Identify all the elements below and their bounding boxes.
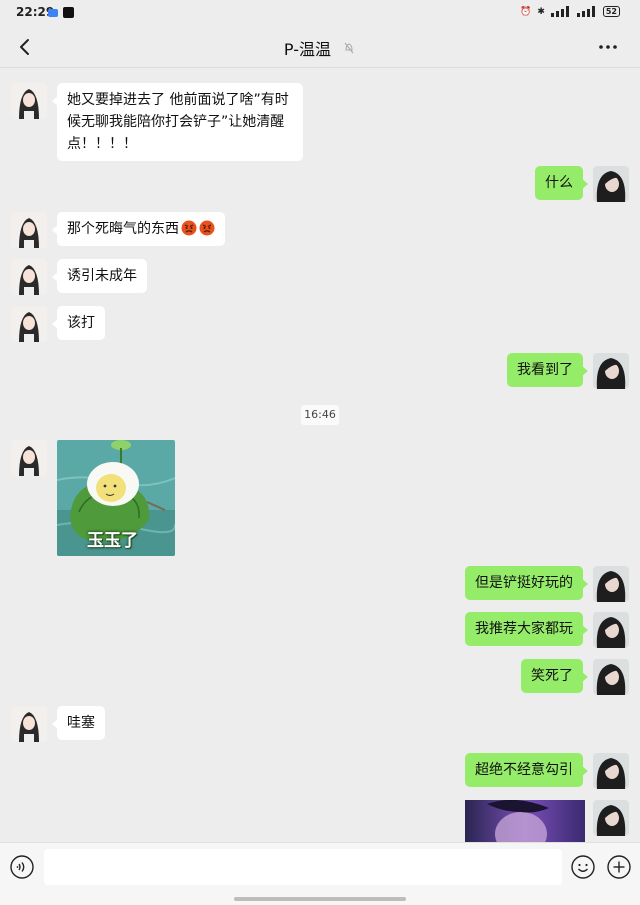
bluetooth-icon: ✱ [537,6,545,17]
photo-thumbnail [465,800,585,842]
message-bubble-incoming[interactable]: 诱引未成年 [52,259,147,293]
my-avatar[interactable] [593,612,629,648]
message-bubble-incoming[interactable]: 她又要掉进去了 他前面说了啥”有时候无聊我能陪你打会铲子”让她清醒点！！！！ [52,83,303,161]
home-indicator[interactable] [234,897,406,901]
message-bubble-outgoing[interactable]: 超绝不经意勾引 [465,753,588,787]
message-bubble-outgoing[interactable]: 我看到了 [507,353,588,387]
sticker-caption: 玉玉了 [87,531,138,551]
message-bubble-incoming[interactable]: 那个死晦气的东西 [52,212,225,246]
message-input[interactable] [44,849,562,885]
voice-input-icon[interactable] [10,855,34,879]
mute-bell-icon [344,42,354,54]
angry-face-emoji-icon [199,220,215,236]
contact-avatar[interactable] [11,212,47,248]
status-bar: 22:29 ⏰ ✱ 52 [0,0,640,26]
my-avatar[interactable] [593,353,629,389]
chat-timestamp: 16:46 [301,405,339,425]
message-bubble-incoming[interactable]: 哇塞 [52,706,105,740]
message-bubble-outgoing[interactable]: 什么 [535,166,588,200]
message-bubble-outgoing[interactable]: 笑死了 [521,659,588,693]
contact-avatar[interactable] [11,706,47,742]
battery-indicator: 52 [602,6,620,17]
input-bar [0,842,640,905]
my-avatar[interactable] [593,800,629,836]
alarm-icon: ⏰ [520,6,532,17]
signal-icon [550,6,571,17]
message-bubble-outgoing[interactable]: 但是铲挺好玩的 [465,566,588,600]
message-app-icon [48,9,58,17]
my-avatar[interactable] [593,566,629,602]
chat-header: P-温温 [0,26,640,68]
emoji-icon[interactable] [571,855,595,879]
message-bubble-outgoing[interactable]: 我推荐大家都玩 [465,612,588,646]
signal-icon [576,6,597,17]
angry-face-emoji-icon [181,220,197,236]
sticker-image[interactable]: 玉玉了 [57,440,175,556]
chat-title-wrap: P-温温 [0,36,640,60]
my-avatar[interactable] [593,659,629,695]
more-options-icon[interactable] [598,40,618,54]
contact-avatar[interactable] [11,83,47,119]
my-avatar[interactable] [593,166,629,202]
contact-avatar[interactable] [11,259,47,295]
status-icons: ⏰ ✱ 52 [520,6,620,17]
image-message[interactable] [465,800,585,842]
message-text: 那个死晦气的东西 [67,221,179,237]
chat-title: P-温温 [283,40,331,59]
message-bubble-incoming[interactable]: 该打 [52,306,105,340]
contact-avatar[interactable] [11,306,47,342]
my-avatar[interactable] [593,753,629,789]
tiktok-icon [63,7,74,18]
contact-avatar[interactable] [11,440,47,476]
plus-icon[interactable] [607,855,631,879]
